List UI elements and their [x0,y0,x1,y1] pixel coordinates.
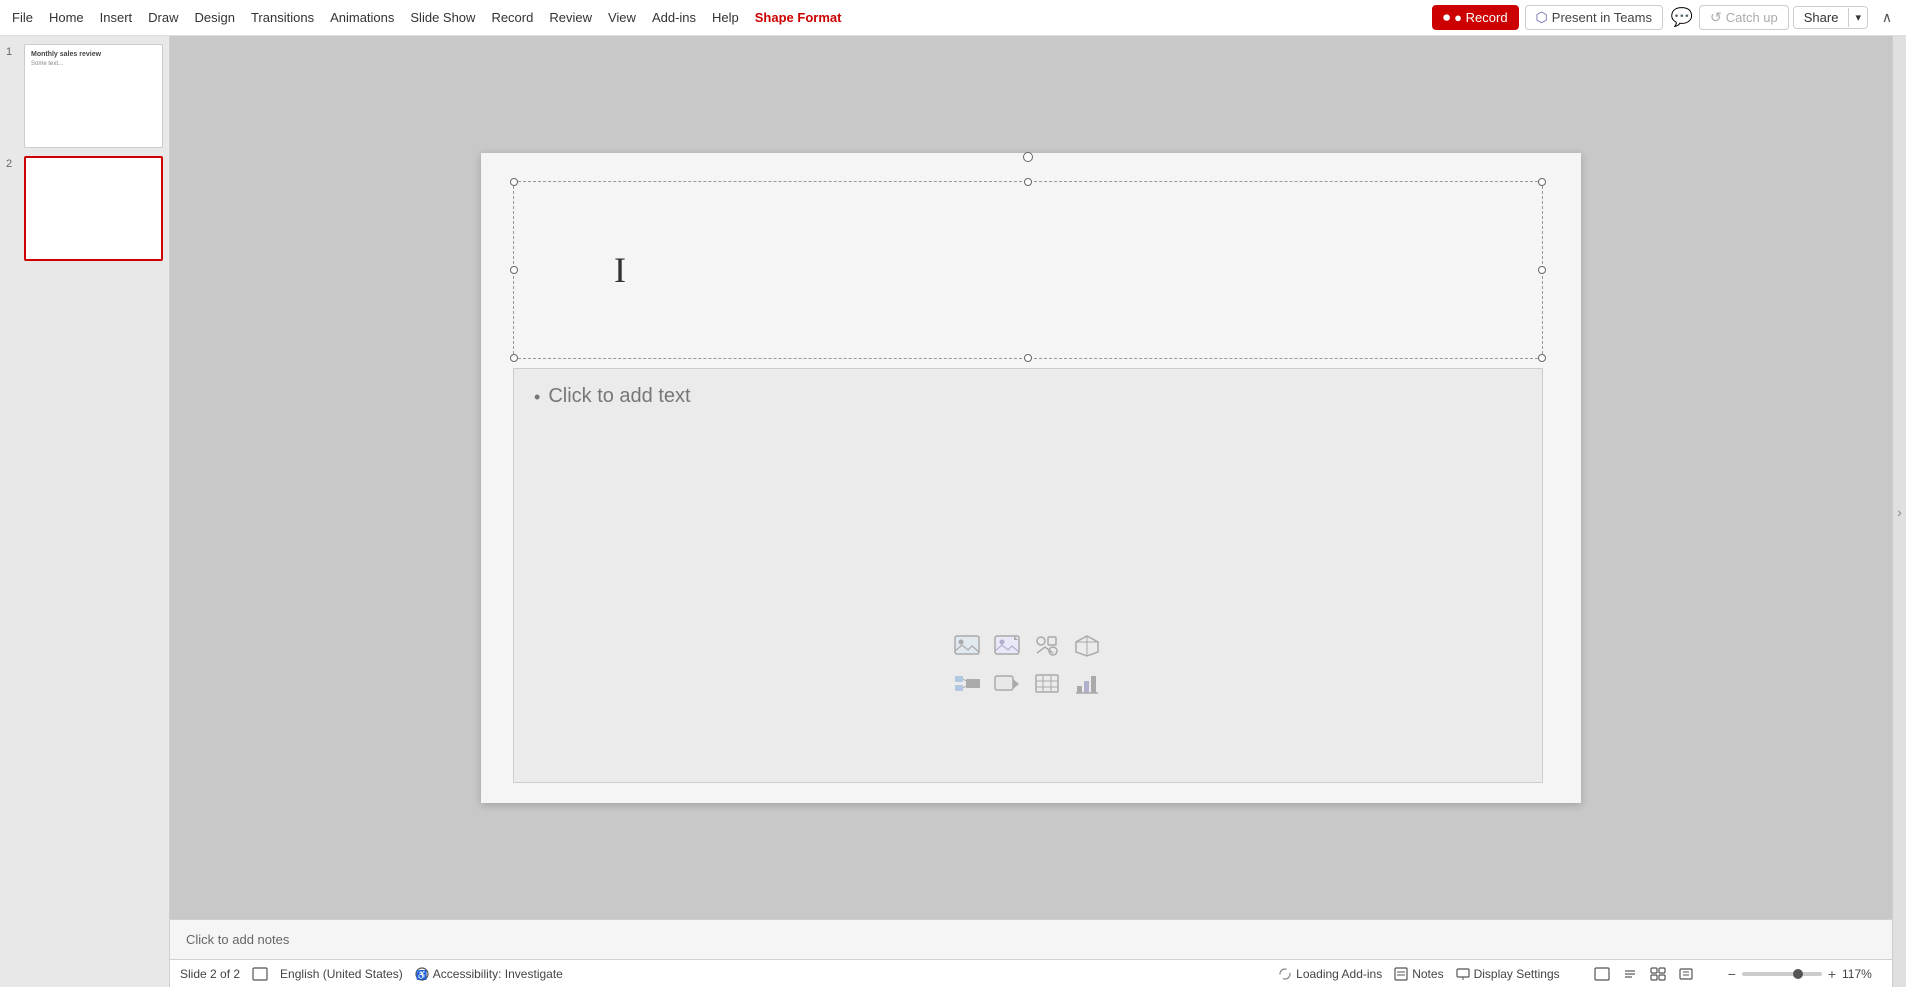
handle-ml[interactable] [510,266,518,274]
view-slidesorter-btn[interactable] [1650,967,1666,981]
zoom-in-btn[interactable]: + [1828,966,1836,982]
menu-design[interactable]: Design [187,6,243,29]
title-textbox[interactable]: I [513,181,1543,359]
insert-pictures-icon[interactable] [950,630,984,662]
menu-home[interactable]: Home [41,6,92,29]
content-placeholder-text: Click to add text [548,385,690,408]
canvas-wrapper: I • Click to add text [170,36,1892,987]
record-button[interactable]: ⏺ ● Record [1432,5,1518,30]
notes-placeholder-text: Click to add notes [186,932,289,947]
content-icons-grid [950,630,1106,702]
view-reading-btn[interactable] [1678,967,1694,981]
catchup-button[interactable]: ↺ Catch up [1699,5,1789,30]
teams-icon: ⬡ [1536,9,1548,26]
text-cursor: I [614,249,626,291]
zoom-thumb [1793,969,1803,979]
content-placeholder[interactable]: • Click to add text [534,385,691,408]
notes-bar[interactable]: Click to add notes [170,919,1892,959]
menu-record[interactable]: Record [483,6,541,29]
accessibility-text: Accessibility: Investigate [433,967,563,981]
insert-chart-icon[interactable] [1070,668,1104,700]
right-collapse-handle[interactable] [1892,36,1906,987]
view-mode-icon[interactable] [252,967,268,981]
handle-tc[interactable] [1024,178,1032,186]
display-settings-text: Display Settings [1474,967,1560,981]
menu-addins[interactable]: Add-ins [644,6,704,29]
loading-text: Loading Add-ins [1296,967,1382,981]
notes-toggle[interactable]: Notes [1394,967,1443,981]
slide-thumb-sub-1: Some text... [31,61,63,67]
slide-number-2: 2 [6,158,18,170]
slide-item-1[interactable]: 1 Monthly sales review Some text... [6,44,163,148]
handle-tr[interactable] [1538,178,1546,186]
slide-canvas[interactable]: I • Click to add text [481,153,1581,803]
slide-panel: 1 Monthly sales review Some text... 2 [0,36,170,987]
comments-button[interactable]: 💬 [1667,4,1697,32]
present-teams-button[interactable]: ⬡ Present in Teams [1525,5,1663,30]
slide-thumb-title-1: Monthly sales review [31,51,101,59]
insert-3d-models-icon[interactable] [1070,630,1104,662]
menu-bar: File Home Insert Draw Design Transitions… [0,0,1906,36]
language-text: English (United States) [280,967,403,981]
share-button-group: Share ▾ [1793,6,1868,29]
handle-mr[interactable] [1538,266,1546,274]
menu-transitions[interactable]: Transitions [243,6,322,29]
menu-animations[interactable]: Animations [322,6,402,29]
menu-insert[interactable]: Insert [92,6,141,29]
menu-review[interactable]: Review [541,6,600,29]
slide-info: Slide 2 of 2 [180,967,240,981]
zoom-controls: − + 117% [1728,966,1882,982]
slide-item-2[interactable]: 2 [6,156,163,260]
canvas-area: I • Click to add text [170,36,1892,919]
share-chevron[interactable]: ▾ [1848,8,1867,27]
language-status[interactable]: English (United States) [280,967,403,981]
zoom-slider[interactable] [1742,972,1822,976]
insert-icons-icon[interactable] [1030,630,1064,662]
status-bar: Slide 2 of 2 English (United States) ♿ A… [170,959,1892,987]
accessibility-status[interactable]: ♿ Accessibility: Investigate [415,967,563,981]
slide-thumb-2[interactable] [24,156,163,260]
bullet-dot: • [534,387,540,408]
record-icon: ⏺ [1443,9,1450,26]
rotate-handle[interactable] [1023,152,1033,162]
zoom-out-btn[interactable]: − [1728,966,1736,982]
svg-text:♿: ♿ [416,969,427,980]
slide-count: Slide 2 of 2 [180,967,240,981]
view-outline-btn[interactable] [1622,967,1638,981]
content-textbox[interactable]: • Click to add text [513,368,1543,783]
handle-br[interactable] [1538,354,1546,362]
display-settings[interactable]: Display Settings [1456,967,1560,981]
slide-thumb-1[interactable]: Monthly sales review Some text... [24,44,163,148]
insert-video-icon[interactable] [990,668,1024,700]
insert-stock-images-icon[interactable] [990,630,1024,662]
menu-help[interactable]: Help [704,6,747,29]
handle-bc[interactable] [1024,354,1032,362]
insert-smartart-icon[interactable] [950,668,984,700]
share-main[interactable]: Share [1794,7,1849,28]
menu-draw[interactable]: Draw [140,6,186,29]
insert-table-icon[interactable] [1030,668,1064,700]
catchup-icon: ↺ [1710,9,1722,26]
menu-file[interactable]: File [4,6,41,29]
menu-shapeformat[interactable]: Shape Format [747,6,850,29]
main-area: 1 Monthly sales review Some text... 2 [0,36,1906,987]
notes-label: Notes [1412,967,1443,981]
slide-number-1: 1 [6,46,18,58]
loading-addins-status: Loading Add-ins [1278,967,1382,981]
view-normal-btn[interactable] [1594,967,1610,981]
menu-view[interactable]: View [600,6,644,29]
handle-bl[interactable] [510,354,518,362]
handle-tl[interactable] [510,178,518,186]
menu-slideshow[interactable]: Slide Show [402,6,483,29]
collapse-ribbon-button[interactable]: ∧ [1872,4,1902,32]
zoom-level[interactable]: 117% [1842,967,1882,981]
zoom-percent: 117% [1842,967,1872,981]
